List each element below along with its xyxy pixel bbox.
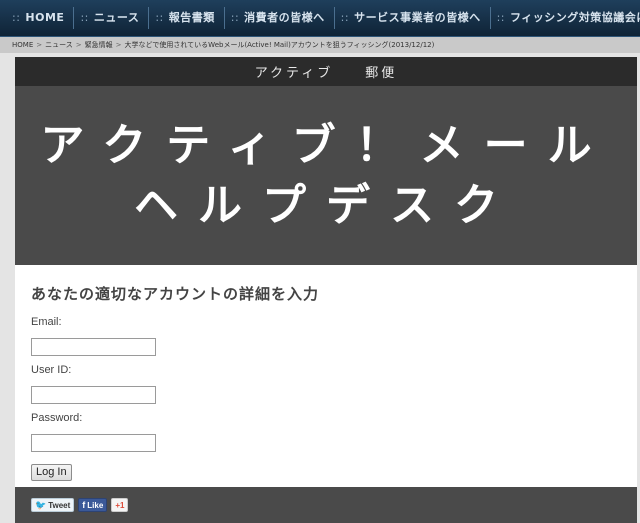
facebook-f-icon: f (82, 500, 86, 510)
breadcrumb-separator: > (115, 41, 122, 49)
phishing-page-screenshot: アクティブ 郵便 アクティブ！メール ヘルプデスク あなたの適切なアカウントの詳… (15, 57, 637, 523)
breadcrumb-separator: > (75, 41, 82, 49)
twitter-bird-icon: 🐦 (35, 499, 47, 510)
phish-title-left: アクティブ (254, 66, 334, 81)
nav-item-reports[interactable]: :: 報告書類 (149, 7, 225, 29)
userid-field[interactable] (31, 386, 156, 404)
hero-line-1: アクティブ！メール (40, 119, 612, 171)
breadcrumb: HOME > ニュース > 緊急情報 > 大学などで使用されているWebメール(Active… (0, 37, 640, 53)
password-field[interactable] (31, 434, 156, 452)
password-label: Password: (31, 412, 83, 424)
site-navigation: :: HOME :: ニュース :: 報告書類 :: 消費者の皆様へ :: サービス事業者… (0, 0, 640, 37)
phish-title-right: 郵便 (365, 66, 398, 81)
breadcrumb-current: 大学などで使用されているWebメール(Active! Mail)アカウントを狙う… (124, 41, 435, 49)
breadcrumb-news[interactable]: ニュース (45, 41, 73, 49)
form-heading: あなたの適切なアカウントの詳細を入力 (31, 285, 320, 303)
facebook-like-button[interactable]: f Like (78, 498, 108, 512)
userid-label: User ID: (31, 364, 72, 376)
email-field[interactable] (31, 338, 156, 356)
login-form: あなたの適切なアカウントの詳細を入力 Email: User ID: Passw… (15, 265, 637, 487)
share-footer: 🐦 Tweet f Like +1 (15, 487, 637, 523)
login-button[interactable]: Log In (31, 463, 72, 481)
phish-title-bar: アクティブ 郵便 (15, 57, 637, 86)
breadcrumb-home[interactable]: HOME (12, 41, 33, 49)
email-label: Email: (31, 316, 62, 328)
nav-item-providers[interactable]: :: サービス事業者の皆様へ (335, 7, 491, 29)
breadcrumb-urgent[interactable]: 緊急情報 (85, 41, 113, 49)
nav-item-consumers[interactable]: :: 消費者の皆様へ (225, 7, 335, 29)
phish-hero-banner: アクティブ！メール ヘルプデスク (15, 86, 637, 265)
google-plus-button[interactable]: +1 (111, 498, 129, 512)
nav-item-about[interactable]: ::フィッシング対策協議会について (491, 7, 640, 29)
breadcrumb-separator: > (36, 41, 43, 49)
hero-line-2: ヘルプデスク (134, 179, 518, 231)
tweet-button[interactable]: 🐦 Tweet (31, 498, 75, 512)
nav-item-news[interactable]: :: ニュース (74, 7, 150, 29)
nav-item-home[interactable]: :: HOME (6, 7, 75, 29)
